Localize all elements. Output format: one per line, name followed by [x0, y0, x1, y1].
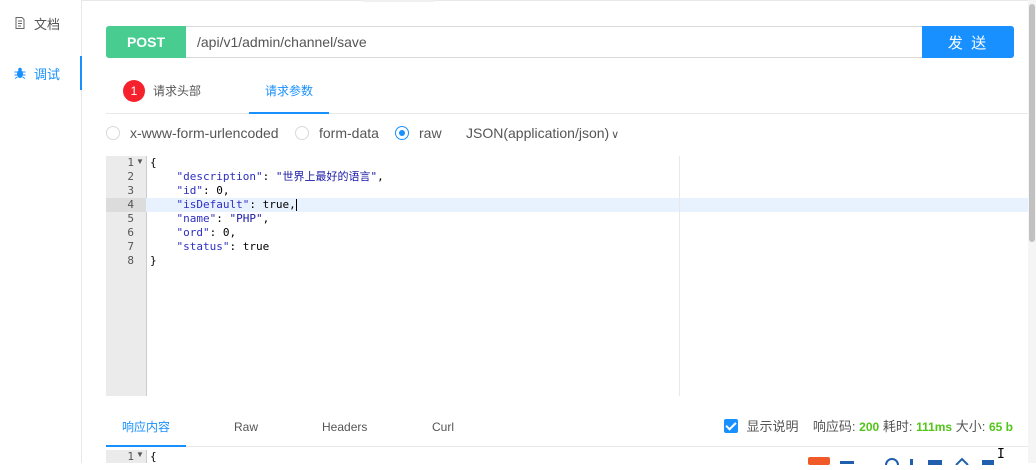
show-description-label: 显示说明	[746, 419, 799, 434]
sidebar-item-label: 调试	[34, 66, 61, 82]
top-tab-stub	[362, 0, 434, 2]
radio-label: raw	[419, 125, 442, 141]
code-line: "id": 0,	[176, 184, 230, 197]
line-number: 1	[127, 156, 134, 169]
size-value: 65 b	[988, 420, 1013, 434]
time-label: 耗时:	[882, 419, 913, 434]
request-tabs: 1 请求头部 请求参数	[106, 70, 1036, 114]
response-tabs: 响应内容 Raw Headers Curl 显示说明 响应码: 200 耗时: …	[105, 408, 1028, 447]
code-line: "status": true	[176, 240, 270, 253]
line-number: 8	[127, 254, 134, 267]
line-number: 2	[127, 170, 134, 183]
line-number: 6	[127, 226, 134, 239]
send-button[interactable]: 发 送	[922, 26, 1014, 58]
code-line: {	[150, 156, 157, 169]
fold-toggle-icon[interactable]: ▼	[136, 450, 144, 459]
radio-label: x-www-form-urlencoded	[130, 125, 279, 141]
radio-label: form-data	[319, 125, 379, 141]
line-number: 4	[127, 198, 134, 211]
url-input[interactable]: /api/v1/admin/channel/save	[197, 27, 367, 57]
code-line: }	[150, 254, 157, 267]
top-border	[0, 0, 1036, 1]
sidebar-item-label: 文档	[34, 16, 61, 32]
text-cursor	[296, 199, 297, 211]
radio-formdata[interactable]: form-data	[295, 122, 379, 144]
mouse-cursor-icon: I	[997, 447, 1005, 462]
content-type-select[interactable]: JSON(application/json) ∨	[466, 122, 619, 144]
tab-response-content[interactable]: 响应内容	[105, 408, 187, 447]
radio-dot	[106, 126, 120, 140]
code-line: "description": "世界上最好的语言",	[176, 170, 384, 183]
response-info: 显示说明 响应码: 200 耗时: 111ms 大小: 65 b	[724, 408, 1013, 446]
request-bar: POST /api/v1/admin/channel/save 发 送	[106, 26, 1014, 58]
chevron-down-icon: ∨	[611, 129, 620, 141]
fold-toggle-icon[interactable]: ▼	[136, 157, 144, 166]
code-line: "name": "PHP",	[176, 212, 270, 225]
sidebar-item-docs[interactable]: 文档	[0, 6, 81, 40]
tab-params[interactable]: 请求参数	[248, 70, 330, 114]
print-margin	[679, 156, 680, 396]
line-number: 3	[127, 184, 134, 197]
code-line: {	[150, 450, 157, 463]
code-line: "isDefault": true,	[176, 198, 296, 211]
floating-toolbar	[806, 452, 1016, 470]
line-number: 1	[127, 450, 134, 463]
json-editor[interactable]: 1 ▼ 2 3 4 5 6 7 8 { "description": "世界上最…	[106, 156, 1028, 396]
code-line: "ord": 0,	[176, 226, 237, 239]
tab-headers[interactable]: 请求头部	[153, 70, 201, 113]
line-number: 7	[127, 240, 134, 253]
sidebar: 文档 调试	[0, 0, 82, 463]
content-type-label: JSON(application/json)	[466, 125, 610, 141]
tab-response-headers[interactable]: Headers	[322, 408, 367, 446]
headers-count-badge: 1	[123, 80, 145, 102]
tab-response-raw[interactable]: Raw	[234, 408, 258, 446]
sidebar-item-debug[interactable]: 调试	[0, 56, 82, 90]
radio-dot	[295, 126, 309, 140]
radio-raw[interactable]: raw	[395, 122, 442, 144]
document-icon	[13, 16, 27, 30]
status-code-value: 200	[859, 420, 880, 434]
method-select[interactable]: POST	[106, 26, 186, 58]
bug-icon	[13, 66, 27, 80]
radio-urlencoded[interactable]: x-www-form-urlencoded	[106, 122, 279, 144]
radio-dot	[395, 126, 409, 140]
time-value: 111ms	[916, 420, 953, 434]
scrollbar-thumb[interactable]	[1029, 4, 1035, 242]
page-scrollbar[interactable]	[1028, 0, 1036, 463]
status-code-label: 响应码:	[812, 419, 856, 434]
show-description-checkbox[interactable]	[724, 419, 739, 433]
line-number: 5	[127, 212, 134, 225]
tab-response-curl[interactable]: Curl	[432, 408, 454, 446]
size-label: 大小:	[955, 419, 986, 434]
